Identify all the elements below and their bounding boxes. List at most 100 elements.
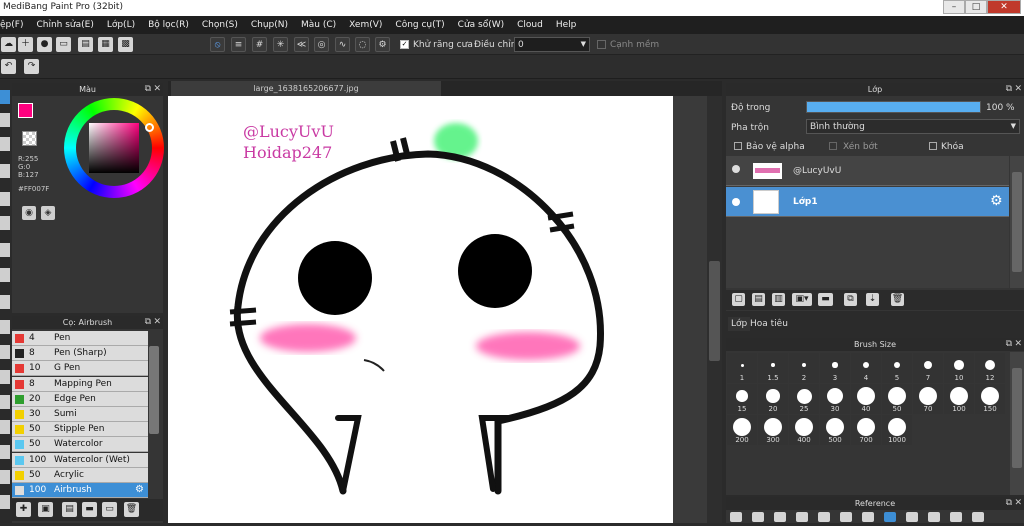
palette-icon[interactable]: ◉ (22, 206, 36, 220)
reference-fit-icon[interactable] (840, 512, 852, 522)
delete-brush-icon[interactable]: 🗑 (124, 502, 139, 517)
close-icon[interactable]: ✕ (1014, 83, 1022, 96)
menu-view[interactable]: Xem(V) (349, 20, 382, 30)
undock-icon[interactable]: ⧉ (1006, 338, 1012, 351)
menu-cloud[interactable]: Cloud (517, 20, 543, 30)
hand-tool-icon[interactable] (0, 370, 10, 384)
lasso-tool-icon[interactable] (0, 295, 10, 309)
merge-layer-icon[interactable]: ⇣ (866, 293, 879, 306)
brush-item[interactable]: 50 Stipple Pen (12, 422, 148, 438)
lock-checkbox[interactable] (929, 142, 937, 150)
page-list-icon[interactable]: ▦ (98, 37, 113, 52)
reference-grid-icon[interactable] (884, 512, 896, 522)
brush-tool-icon[interactable] (0, 90, 10, 104)
grid-icon[interactable]: ▩ (118, 37, 133, 52)
brush-size-option[interactable]: 1000 (882, 415, 912, 445)
brush-size-option[interactable]: 70 (913, 384, 943, 414)
undock-icon[interactable]: ⧉ (1006, 497, 1012, 510)
text-tool-icon[interactable] (0, 268, 10, 282)
minimize-button[interactable]: – (943, 0, 965, 14)
brush-item[interactable]: 10 G Pen (12, 361, 148, 377)
brush-list-scrollbar[interactable] (149, 346, 159, 434)
brush-size-option[interactable]: 15 (727, 384, 757, 414)
reference-open-icon[interactable] (730, 512, 742, 522)
brush-size-option[interactable]: 1 (727, 353, 757, 383)
brush-size-option[interactable]: 500 (820, 415, 850, 445)
undo-icon[interactable]: ↶ (1, 59, 16, 74)
operation-tool-icon[interactable] (0, 445, 10, 459)
drawing-canvas[interactable]: @LucyUvU Hoidap247 (168, 96, 673, 523)
brush-item[interactable]: 100 Airbrush ⚙ (12, 483, 148, 498)
panel-tool-icon[interactable] (0, 470, 10, 484)
brush-copy-icon[interactable]: ▤ (62, 502, 77, 517)
gradient-tool-icon[interactable] (0, 216, 10, 230)
delete-layer-icon[interactable]: 🗑 (891, 293, 904, 306)
concentric-snap-icon[interactable]: ◌ (355, 37, 370, 52)
layer-row-selected[interactable]: Lớp1 ⚙ (726, 187, 1009, 217)
duplicate-layer-icon[interactable]: ⧉ (844, 293, 857, 306)
close-button[interactable]: ✕ (987, 0, 1021, 14)
redo-icon[interactable]: ↷ (24, 59, 39, 74)
canvas-scroll-thumb[interactable] (709, 261, 720, 361)
settings-gear-icon[interactable]: ⚙ (375, 37, 390, 52)
message-icon[interactable]: ▭ (56, 37, 71, 52)
canvas-scrollbar[interactable] (707, 96, 722, 523)
hue-wheel[interactable] (64, 98, 164, 198)
folder-icon[interactable]: ▬ (818, 293, 833, 306)
brush-size-option[interactable]: 30 (820, 384, 850, 414)
add-brush-icon[interactable]: ✚ (16, 502, 31, 517)
tab-navigator[interactable]: Hoa tiêu (750, 319, 788, 329)
no-snap-icon[interactable]: ⦸ (210, 37, 225, 52)
menu-tools[interactable]: Công cụ(T) (395, 20, 444, 30)
brush-item[interactable]: 4 Pen (12, 331, 148, 346)
brush-size-option[interactable]: 200 (727, 415, 757, 445)
select-tool-icon[interactable] (0, 113, 10, 127)
eyedropper-tool-icon[interactable] (0, 345, 10, 359)
layer-row[interactable]: @LucyUvU (726, 156, 1009, 186)
circle-snap-icon[interactable]: ◎ (314, 37, 329, 52)
menu-capture[interactable]: Chụp(N) (251, 20, 288, 30)
maximize-button[interactable]: □ (965, 0, 987, 14)
undock-icon[interactable]: ⧉ (1006, 83, 1012, 96)
pen-tool-icon[interactable] (0, 420, 10, 434)
brush-item[interactable]: 50 Watercolor (12, 437, 148, 453)
radial-snap-icon[interactable]: ✳ (273, 37, 288, 52)
secondary-color-swatch[interactable] (22, 131, 37, 146)
close-icon[interactable]: ✕ (153, 316, 161, 329)
curve-snap-icon[interactable]: ∿ (335, 37, 350, 52)
protect-alpha-checkbox[interactable] (734, 142, 742, 150)
brush-item[interactable]: 20 Edge Pen (12, 391, 148, 407)
saturation-value-square[interactable] (89, 123, 139, 173)
add-layer-menu-icon[interactable]: ▣▾ (792, 293, 812, 306)
magic-wand-tool-icon[interactable] (0, 320, 10, 334)
new-8bit-layer-icon[interactable]: ▥ (772, 293, 785, 306)
brush-size-option[interactable]: 25 (789, 384, 819, 414)
parallel-snap-icon[interactable]: ≡ (231, 37, 246, 52)
color-picker-icon[interactable]: ◈ (41, 206, 55, 220)
gear-icon[interactable]: ⚙ (135, 484, 144, 495)
reference-flip-icon[interactable] (928, 512, 940, 522)
menu-filter[interactable]: Bộ lọc(R) (148, 20, 189, 30)
brush-size-option[interactable]: 1.5 (758, 353, 788, 383)
opacity-slider[interactable] (806, 101, 981, 113)
reference-zoom-out-icon[interactable] (818, 512, 830, 522)
brush-size-option[interactable]: 100 (944, 384, 974, 414)
menu-layer[interactable]: Lớp(L) (107, 20, 135, 30)
primary-color-swatch[interactable] (18, 103, 33, 118)
tab-layer[interactable]: Lớp (728, 317, 751, 331)
brush-item[interactable]: 8 Pen (Sharp) (12, 346, 148, 362)
brush-size-option[interactable]: 400 (789, 415, 819, 445)
brush-size-option[interactable]: 12 (975, 353, 1005, 383)
eraser-tool-icon[interactable] (0, 137, 10, 151)
fill-tool-icon[interactable] (0, 192, 10, 206)
clip-checkbox[interactable] (829, 142, 837, 150)
soft-edge-checkbox[interactable] (597, 40, 606, 49)
brush-size-option[interactable]: 7 (913, 353, 943, 383)
brush-size-scrollbar[interactable] (1010, 352, 1024, 495)
brush-size-option[interactable]: 10 (944, 353, 974, 383)
brush-size-option[interactable]: 2 (789, 353, 819, 383)
blend-dropdown[interactable]: Bình thường ▼ (806, 119, 1020, 134)
brush-item[interactable]: 30 Sumi (12, 407, 148, 422)
add-page-icon[interactable]: ＋ (18, 37, 33, 52)
document-icon[interactable]: ▤ (78, 37, 93, 52)
